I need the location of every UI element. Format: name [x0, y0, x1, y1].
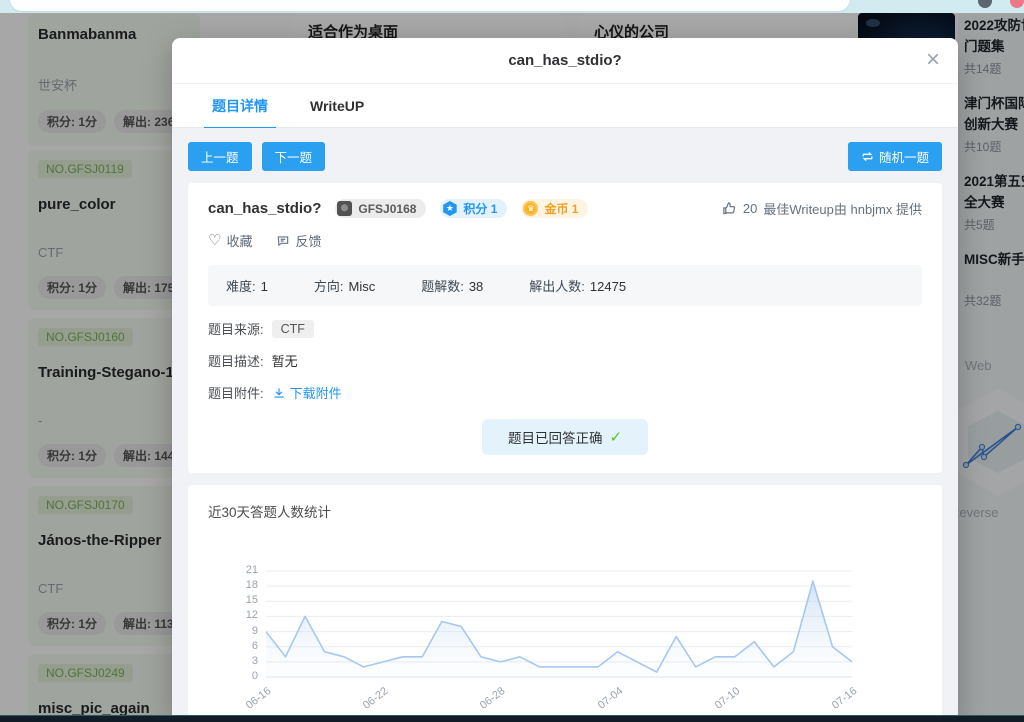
- heart-icon: ♡: [208, 232, 222, 249]
- modal-header: can_has_stdio? ×: [172, 38, 958, 84]
- favorite-button[interactable]: ♡ 收藏: [208, 231, 252, 250]
- challenge-name: can_has_stdio?: [208, 200, 322, 217]
- attachment-label: 题目附件:: [208, 386, 264, 401]
- question-nav-row: 上一题 下一题 随机一题: [188, 142, 942, 171]
- solved-banner: 题目已回答正确 ✓: [481, 419, 649, 455]
- y-axis-tick: 0: [251, 670, 258, 682]
- stat-solvers: 解出人数: 12475: [529, 279, 627, 294]
- source-row: 题目来源: CTF: [208, 319, 922, 338]
- tab-writeup[interactable]: WriteUP: [310, 84, 364, 128]
- challenge-modal: can_has_stdio? × 题目详情 WriteUP 上一题 下一题 随机…: [172, 38, 958, 722]
- modal-title: can_has_stdio?: [508, 52, 622, 69]
- modal-content: 上一题 下一题 随机一题 can_has_stdio? GFSJ0168 ★ 积…: [172, 128, 958, 722]
- best-writeup-note: 最佳Writeup由 hnbjmx 提供: [763, 202, 922, 217]
- y-axis-tick: 21: [245, 564, 258, 576]
- y-axis-tick: 9: [251, 624, 258, 637]
- challenge-header-row: can_has_stdio? GFSJ0168 积分 1 金币 1: [208, 199, 922, 218]
- stat-difficulty: 难度: 1: [226, 279, 268, 294]
- next-question-button[interactable]: 下一题: [261, 142, 326, 171]
- description-row: 题目描述: 暂无: [208, 351, 922, 370]
- emblem-icon: [337, 201, 353, 216]
- score-badge: 积分 1: [440, 199, 508, 218]
- source-label: 题目来源:: [208, 322, 264, 337]
- writeup-info: 20 最佳Writeup由 hnbjmx 提供: [722, 199, 922, 218]
- challenge-id-badge: GFSJ0168: [335, 199, 427, 218]
- bottom-bar: [0, 715, 1024, 722]
- coin-badge: 金币 1: [521, 199, 589, 218]
- download-icon: [273, 387, 284, 398]
- feedback-bubble-icon: [278, 235, 289, 246]
- statistics-card: 近30天答题人数统计 0 3 6 9 12 15 18 21 06-16 06-22 06-28 07…: [188, 485, 942, 722]
- stat-category: 方向: Misc: [313, 279, 376, 294]
- browser-topbar: [0, 0, 1024, 13]
- check-icon: ✓: [609, 429, 623, 446]
- address-bar[interactable]: [10, 0, 850, 11]
- modal-tab-bar: 题目详情 WriteUP: [172, 84, 958, 129]
- challenge-stats-bar: 难度: 1 方向: Misc 题解数: 38 解出人数: 12475: [208, 265, 922, 306]
- download-attachment-link[interactable]: 下载附件: [272, 383, 342, 402]
- coin-icon: [523, 201, 539, 216]
- browser-avatar-icon[interactable]: [1010, 0, 1024, 8]
- tab-challenge-detail[interactable]: 题目详情: [204, 84, 276, 129]
- y-axis-tick: 3: [251, 654, 258, 667]
- challenge-actions-row: ♡ 收藏 反馈: [208, 231, 922, 250]
- challenge-detail-card: can_has_stdio? GFSJ0168 积分 1 金币 1: [188, 183, 942, 473]
- y-axis-tick: 15: [245, 594, 258, 607]
- chart-box: 0 3 6 9 12 15 18 21 06-16 06-22 06-28 07-04 07-10 07-…: [208, 525, 922, 722]
- feedback-button[interactable]: 反馈: [276, 231, 321, 250]
- solved-banner-wrap: 题目已回答正确 ✓: [208, 419, 922, 455]
- close-icon[interactable]: ×: [926, 46, 940, 74]
- y-axis-tick: 12: [245, 609, 258, 622]
- description-label: 题目描述:: [208, 354, 264, 369]
- prev-question-button[interactable]: 上一题: [188, 142, 252, 171]
- likes-count: 20: [742, 201, 758, 216]
- chart-title: 近30天答题人数统计: [208, 505, 332, 520]
- thumbs-up-icon[interactable]: [722, 201, 737, 216]
- screen: Banmabanma 世安杯 积分: 1分 解出: 236 NO.GFSJ0119…: [0, 0, 1024, 722]
- browser-extension-icon[interactable]: [978, 0, 992, 8]
- source-tag: CTF: [271, 319, 314, 338]
- shuffle-icon: [862, 151, 873, 162]
- score-star-icon: [443, 201, 457, 216]
- y-axis-tick: 18: [245, 579, 258, 592]
- stat-writeups: 题解数: 38: [421, 279, 484, 294]
- y-axis-tick: 6: [251, 639, 258, 652]
- random-question-button[interactable]: 随机一题: [847, 142, 942, 171]
- description-value: 暂无: [271, 354, 298, 369]
- attachment-row: 题目附件: 下载附件: [208, 383, 922, 402]
